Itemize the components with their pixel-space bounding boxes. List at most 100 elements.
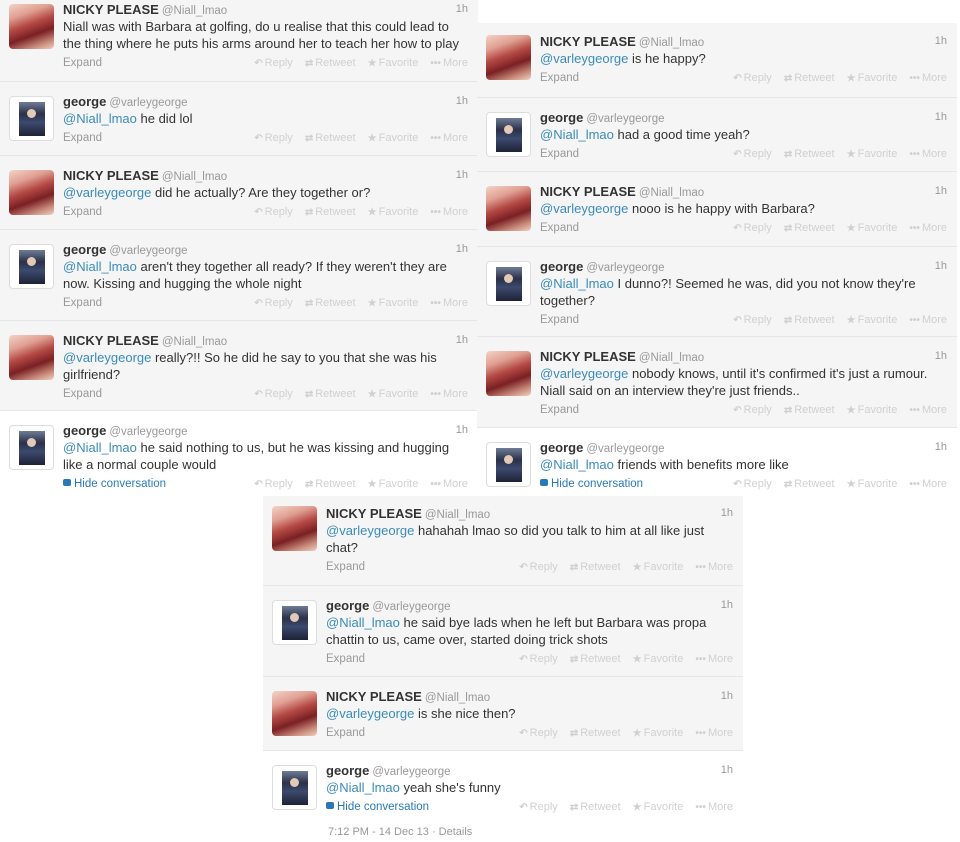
reply-button[interactable]: ↶ Reply: [519, 653, 558, 665]
avatar[interactable]: [272, 765, 317, 810]
user-handle[interactable]: @varleygeorge: [109, 426, 187, 438]
retweet-button[interactable]: ⇄ Retweet: [570, 561, 621, 573]
avatar[interactable]: [486, 442, 531, 487]
avatar[interactable]: [486, 35, 531, 80]
more-button[interactable]: ••• More: [909, 404, 947, 416]
tweet[interactable]: george @varleygeorge 1h @Niall_lmao I dun…: [477, 247, 957, 337]
user-name[interactable]: NICKY PLEASE: [63, 2, 159, 17]
favorite-button[interactable]: ★ Favorite: [368, 132, 419, 144]
user-name[interactable]: george: [326, 598, 369, 613]
user-name[interactable]: george: [540, 110, 583, 125]
tweet-time[interactable]: 1h: [935, 33, 947, 50]
user-name[interactable]: NICKY PLEASE: [540, 349, 636, 364]
reply-button[interactable]: ↶ Reply: [733, 148, 772, 160]
user-handle[interactable]: @Niall_lmao: [162, 336, 227, 348]
favorite-button[interactable]: ★ Favorite: [368, 478, 419, 490]
user-name[interactable]: NICKY PLEASE: [326, 689, 422, 704]
reply-button[interactable]: ↶ Reply: [254, 388, 293, 400]
retweet-button[interactable]: ⇄ Retweet: [570, 727, 621, 739]
tweet[interactable]: NICKY PLEASE @Niall_lmao 1h @varleygeorge…: [477, 337, 957, 428]
more-button[interactable]: ••• More: [430, 132, 468, 144]
avatar[interactable]: [486, 261, 531, 306]
user-name[interactable]: george: [63, 423, 106, 438]
favorite-button[interactable]: ★ Favorite: [847, 72, 898, 84]
more-button[interactable]: ••• More: [909, 222, 947, 234]
tweet[interactable]: NICKY PLEASE @Niall_lmao 1h @varleygeorge…: [0, 156, 478, 230]
reply-button[interactable]: ↶ Reply: [733, 72, 772, 84]
avatar[interactable]: [486, 112, 531, 157]
favorite-button[interactable]: ★ Favorite: [633, 727, 684, 739]
user-handle[interactable]: @Niall_lmao: [162, 171, 227, 183]
user-name[interactable]: george: [63, 242, 106, 257]
mention-link[interactable]: @Niall_lmao: [540, 276, 614, 291]
more-button[interactable]: ••• More: [430, 57, 468, 69]
hide-conversation-link[interactable]: Hide conversation: [540, 475, 643, 493]
expand-link[interactable]: Expand: [63, 385, 102, 403]
tweet[interactable]: NICKY PLEASE @Niall_lmao 1h @varleygeorge…: [263, 496, 743, 586]
retweet-button[interactable]: ⇄ Retweet: [784, 148, 835, 160]
retweet-button[interactable]: ⇄ Retweet: [305, 206, 356, 218]
reply-button[interactable]: ↶ Reply: [733, 478, 772, 490]
avatar[interactable]: [272, 691, 317, 736]
expand-link[interactable]: Expand: [63, 54, 102, 72]
avatar[interactable]: [9, 335, 54, 380]
hide-conversation-link[interactable]: Hide conversation: [63, 475, 166, 493]
user-handle[interactable]: @varleygeorge: [109, 245, 187, 257]
mention-link[interactable]: @Niall_lmao: [326, 780, 400, 795]
tweet-time[interactable]: 1h: [935, 109, 947, 126]
expand-link[interactable]: Expand: [326, 558, 365, 576]
tweet-time[interactable]: 1h: [456, 241, 468, 258]
favorite-button[interactable]: ★ Favorite: [847, 222, 898, 234]
user-handle[interactable]: @varleygeorge: [372, 601, 450, 613]
user-name[interactable]: NICKY PLEASE: [326, 506, 422, 521]
tweet[interactable]: george @varleygeorge 1h @Niall_lmao yeah …: [263, 751, 743, 821]
expand-link[interactable]: Expand: [540, 69, 579, 87]
favorite-button[interactable]: ★ Favorite: [368, 206, 419, 218]
tweet-time[interactable]: 1h: [935, 183, 947, 200]
expand-link[interactable]: Expand: [540, 401, 579, 419]
user-handle[interactable]: @varleygeorge: [372, 766, 450, 778]
favorite-button[interactable]: ★ Favorite: [633, 561, 684, 573]
more-button[interactable]: ••• More: [430, 297, 468, 309]
tweet-time[interactable]: 1h: [456, 167, 468, 184]
mention-link[interactable]: @varleygeorge: [63, 350, 151, 365]
reply-button[interactable]: ↶ Reply: [733, 404, 772, 416]
tweet-time[interactable]: 1h: [935, 258, 947, 275]
mention-link[interactable]: @varleygeorge: [326, 523, 414, 538]
user-handle[interactable]: @Niall_lmao: [639, 352, 704, 364]
favorite-button[interactable]: ★ Favorite: [633, 653, 684, 665]
retweet-button[interactable]: ⇄ Retweet: [305, 478, 356, 490]
retweet-button[interactable]: ⇄ Retweet: [784, 314, 835, 326]
tweet-time[interactable]: 1h: [721, 505, 733, 522]
user-name[interactable]: NICKY PLEASE: [540, 184, 636, 199]
reply-button[interactable]: ↶ Reply: [519, 801, 558, 813]
retweet-button[interactable]: ⇄ Retweet: [305, 297, 356, 309]
tweet[interactable]: NICKY PLEASE @Niall_lmao 1h @varleygeorge…: [0, 321, 478, 411]
reply-button[interactable]: ↶ Reply: [254, 132, 293, 144]
tweet[interactable]: NICKY PLEASE @Niall_lmao 1h @varleygeorge…: [477, 172, 957, 247]
avatar[interactable]: [9, 244, 54, 289]
reply-button[interactable]: ↶ Reply: [254, 57, 293, 69]
more-button[interactable]: ••• More: [695, 653, 733, 665]
user-handle[interactable]: @varleygeorge: [586, 113, 664, 125]
tweet-timestamp-details[interactable]: 7:12 PM - 14 Dec 13 · Details: [328, 826, 472, 838]
favorite-button[interactable]: ★ Favorite: [633, 801, 684, 813]
expand-link[interactable]: Expand: [63, 203, 102, 221]
mention-link[interactable]: @Niall_lmao: [540, 457, 614, 472]
more-button[interactable]: ••• More: [430, 478, 468, 490]
favorite-button[interactable]: ★ Favorite: [847, 314, 898, 326]
reply-button[interactable]: ↶ Reply: [519, 727, 558, 739]
more-button[interactable]: ••• More: [695, 561, 733, 573]
mention-link[interactable]: @Niall_lmao: [63, 111, 137, 126]
retweet-button[interactable]: ⇄ Retweet: [570, 801, 621, 813]
reply-button[interactable]: ↶ Reply: [254, 206, 293, 218]
avatar[interactable]: [486, 186, 531, 231]
hide-conversation-link[interactable]: Hide conversation: [326, 798, 429, 816]
expand-link[interactable]: Expand: [540, 219, 579, 237]
mention-link[interactable]: @Niall_lmao: [540, 127, 614, 142]
more-button[interactable]: ••• More: [909, 478, 947, 490]
mention-link[interactable]: @varleygeorge: [63, 185, 151, 200]
user-handle[interactable]: @Niall_lmao: [639, 37, 704, 49]
avatar[interactable]: [272, 600, 317, 645]
more-button[interactable]: ••• More: [430, 206, 468, 218]
